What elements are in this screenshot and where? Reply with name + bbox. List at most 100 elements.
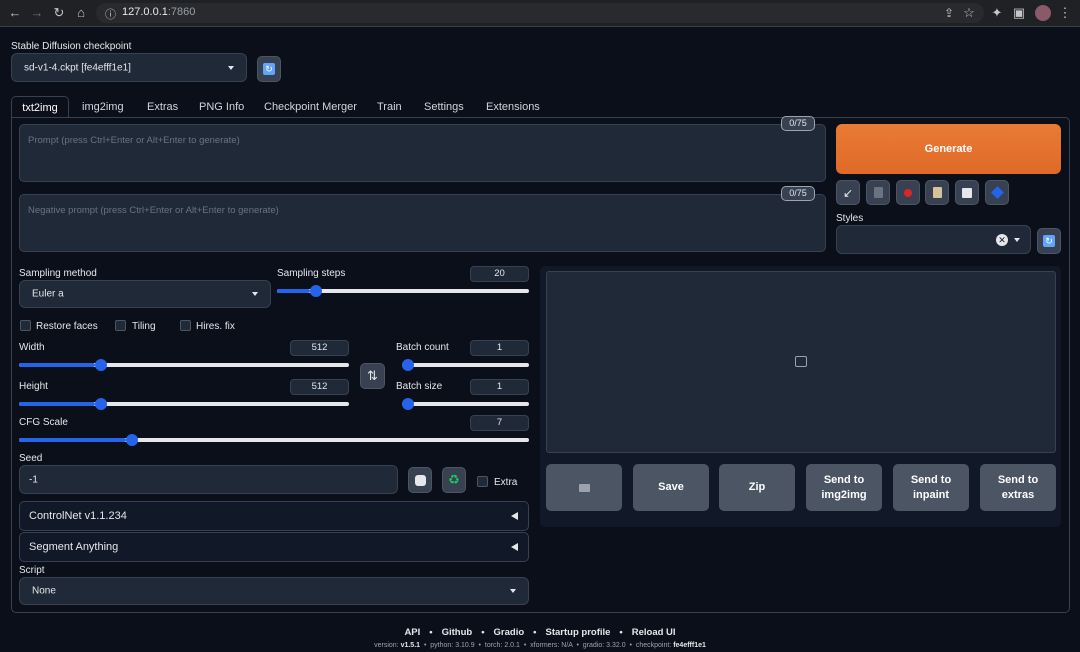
button-line: Send to — [823, 473, 865, 486]
save-style-button[interactable] — [955, 180, 979, 205]
open-folder-button[interactable] — [546, 464, 622, 511]
clear-x-icon[interactable]: ✕ — [996, 234, 1008, 246]
height-input[interactable]: 512 — [290, 379, 349, 395]
bookmark-star-icon[interactable]: ☆ — [960, 4, 978, 22]
separator: • — [533, 627, 537, 638]
separator: • — [629, 642, 632, 649]
width-input[interactable]: 512 — [290, 340, 349, 356]
clipboard-icon — [932, 187, 942, 198]
tab-txt2img[interactable]: txt2img — [11, 96, 69, 118]
output-image-gallery[interactable] — [546, 271, 1056, 453]
cfg-scale-slider[interactable] — [19, 434, 529, 446]
side-panel-icon[interactable]: ▣ — [1010, 4, 1028, 22]
refresh-styles-button[interactable]: ↻ — [1037, 228, 1061, 254]
slider-thumb[interactable] — [402, 398, 414, 410]
footer-link-gradio[interactable]: Gradio — [494, 627, 525, 638]
swap-dimensions-button[interactable]: ⇅ — [360, 363, 385, 389]
forward-icon[interactable]: → — [28, 4, 46, 22]
refresh-checkpoint-button[interactable]: ↻ — [257, 56, 281, 82]
reuse-seed-button[interactable]: ♻ — [442, 467, 466, 493]
hires-fix-checkbox[interactable] — [180, 320, 191, 331]
swap-arrows-icon: ⇅ — [367, 368, 378, 383]
negative-prompt-textarea[interactable]: Negative prompt (press Ctrl+Enter or Alt… — [19, 194, 826, 252]
tab-img2img[interactable]: img2img — [82, 96, 124, 118]
site-info-icon[interactable]: ⓘ — [105, 6, 116, 22]
recycle-icon: ♻ — [448, 472, 460, 487]
slider-thumb[interactable] — [402, 359, 414, 371]
tab-png-info[interactable]: PNG Info — [199, 96, 244, 118]
footer-link-github[interactable]: Github — [442, 627, 473, 638]
share-icon[interactable]: ⇪ — [940, 4, 958, 22]
cfg-scale-input[interactable]: 7 — [470, 415, 529, 431]
styles-dropdown[interactable]: ✕ — [836, 225, 1031, 254]
extensions-puzzle-icon[interactable]: ✦ — [988, 4, 1006, 22]
height-slider[interactable] — [19, 398, 349, 410]
batch-count-slider[interactable] — [402, 359, 529, 371]
extra-networks-button[interactable] — [896, 180, 920, 205]
separator: • — [478, 642, 481, 649]
python-version: python: 3.10.9 — [430, 642, 475, 649]
chevron-down-icon — [228, 65, 234, 70]
batch-size-input[interactable]: 1 — [470, 379, 529, 395]
sampling-method-dropdown[interactable]: Euler a — [19, 280, 271, 308]
tab-checkpoint-merger[interactable]: Checkpoint Merger — [264, 96, 357, 118]
send-to-extras-button[interactable]: Send to extras — [980, 464, 1056, 511]
tab-extensions[interactable]: Extensions — [486, 96, 540, 118]
batch-size-slider[interactable] — [402, 398, 529, 410]
send-to-img2img-button[interactable]: Send to img2img — [806, 464, 882, 511]
slider-thumb[interactable] — [94, 359, 107, 371]
slider-thumb[interactable] — [94, 398, 107, 410]
separator: • — [429, 627, 433, 638]
reload-icon[interactable]: ↻ — [50, 4, 68, 22]
footer-link-reload-ui[interactable]: Reload UI — [632, 627, 676, 638]
apply-styles-button[interactable] — [925, 180, 949, 205]
tab-train[interactable]: Train — [377, 96, 402, 118]
script-dropdown[interactable]: None — [19, 577, 529, 605]
read-params-button[interactable]: ↙ — [836, 180, 860, 205]
seed-label: Seed — [19, 453, 43, 464]
button-line: img2img — [821, 488, 867, 501]
batch-count-input[interactable]: 1 — [470, 340, 529, 356]
clear-prompt-button[interactable] — [866, 180, 890, 205]
sampling-steps-slider[interactable] — [277, 285, 529, 297]
height-label: Height — [19, 381, 48, 392]
tab-settings[interactable]: Settings — [424, 96, 464, 118]
controlnet-accordion[interactable]: ControlNet v1.1.234 — [19, 501, 529, 531]
prompt-textarea[interactable]: Prompt (press Ctrl+Enter or Alt+Enter to… — [19, 124, 826, 182]
restore-faces-checkbox[interactable] — [20, 320, 31, 331]
separator: • — [423, 642, 427, 649]
address-bar[interactable]: ⓘ 127.0.0.1:7860 — [96, 3, 984, 23]
batch-size-label: Batch size — [396, 381, 443, 392]
edit-styles-button[interactable] — [985, 180, 1009, 205]
footer-link-api[interactable]: API — [404, 627, 420, 638]
browser-menu-icon[interactable]: ⋮ — [1056, 4, 1074, 22]
send-to-inpaint-button[interactable]: Send to inpaint — [893, 464, 969, 511]
separator: • — [576, 642, 579, 649]
version-value: v1.5.1 — [400, 642, 421, 649]
button-line: inpaint — [912, 488, 950, 501]
script-label: Script — [19, 565, 45, 576]
zip-button[interactable]: Zip — [719, 464, 795, 511]
profile-avatar[interactable] — [1035, 5, 1051, 21]
tiling-checkbox[interactable] — [115, 320, 126, 331]
footer-link-startup-profile[interactable]: Startup profile — [546, 627, 611, 638]
button-line: Send to — [997, 473, 1039, 486]
arrow-down-left-icon: ↙ — [842, 185, 854, 200]
collapse-triangle-icon — [511, 512, 518, 520]
slider-thumb[interactable] — [126, 434, 139, 446]
sampling-steps-input[interactable]: 20 — [470, 266, 529, 282]
checkpoint-dropdown[interactable]: sd-v1-4.ckpt [fe4efff1e1] — [11, 53, 247, 82]
slider-thumb[interactable] — [309, 285, 322, 297]
checkpoint-hash-label: checkpoint: — [635, 642, 674, 649]
extra-seed-checkbox[interactable] — [477, 476, 488, 487]
generate-button[interactable]: Generate — [836, 124, 1061, 174]
random-seed-button[interactable] — [408, 467, 432, 493]
width-slider[interactable] — [19, 359, 349, 371]
save-button[interactable]: Save — [633, 464, 709, 511]
extra-seed-label: Extra — [494, 477, 518, 488]
seed-input[interactable]: -1 — [19, 465, 398, 494]
tab-extras[interactable]: Extras — [147, 96, 178, 118]
segment-anything-accordion[interactable]: Segment Anything — [19, 532, 529, 562]
back-icon[interactable]: ← — [6, 4, 24, 22]
home-icon[interactable]: ⌂ — [72, 4, 90, 22]
